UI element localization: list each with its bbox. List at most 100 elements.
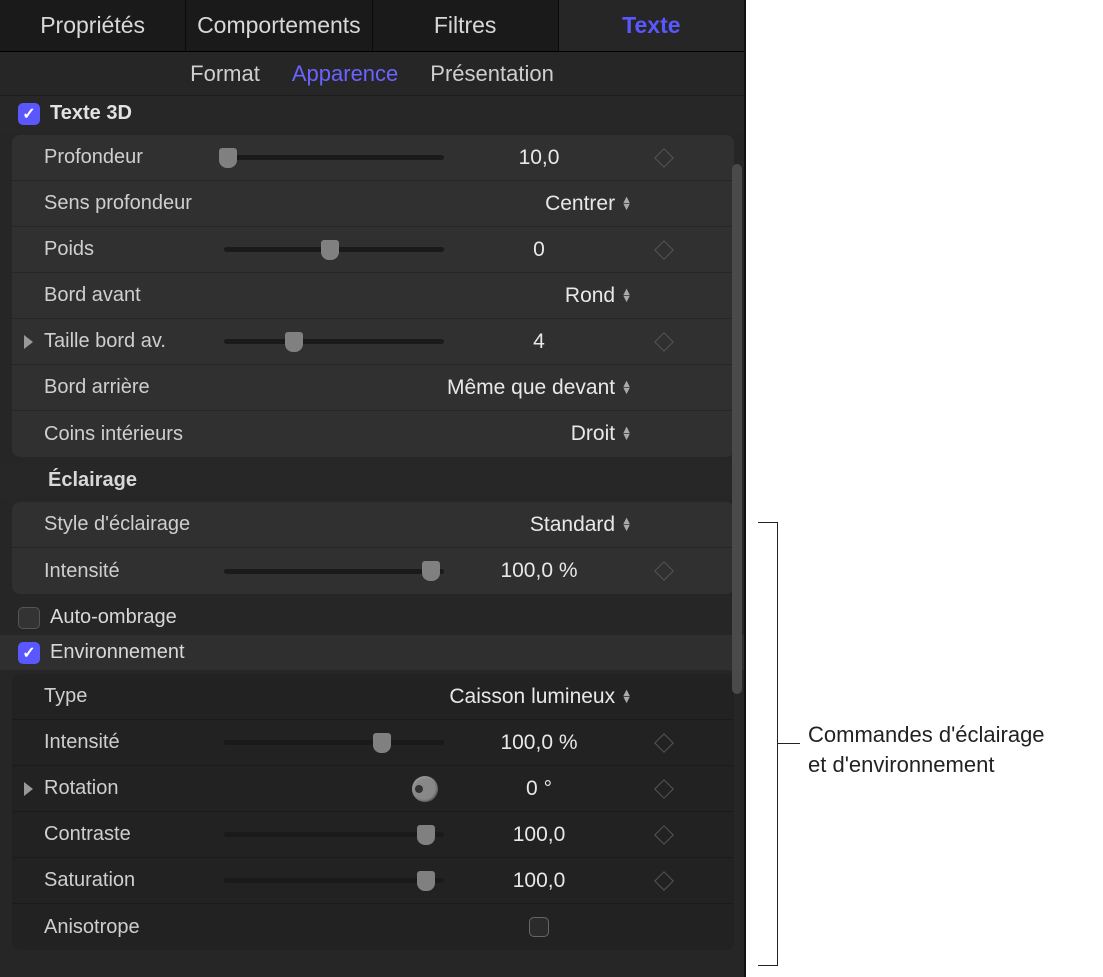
stepper-icon [621,427,632,441]
label-sens-profondeur: Sens profondeur [44,192,224,215]
label-coins-interieurs: Coins intérieurs [44,423,224,446]
row-environnement-header: Environnement [0,635,744,670]
disclosure-taille-bord-av[interactable] [24,335,33,349]
stepper-icon [621,289,632,303]
label-taille-bord-av: Taille bord av. [44,330,224,353]
label-profondeur: Profondeur [44,146,224,169]
keyframe-env-intensite[interactable] [654,733,674,753]
slider-env-contraste[interactable] [224,826,444,844]
popup-env-type[interactable]: Caisson lumineux [444,685,634,709]
group-header-texte-3d: Texte 3D [0,96,744,131]
label-environnement: Environnement [50,641,185,664]
callout-bracket-stem [778,743,800,744]
row-coins-interieurs: Coins intérieurs Droit [12,411,734,457]
checkbox-environnement[interactable] [18,642,40,664]
row-env-saturation: Saturation 100,0 [12,858,734,904]
value-poids[interactable]: 0 [444,238,634,262]
popup-bord-arriere[interactable]: Même que devant [444,376,634,400]
disclosure-env-rotation[interactable] [24,782,33,796]
value-env-intensite[interactable]: 100,0 % [444,731,634,755]
label-auto-ombrage: Auto-ombrage [50,606,177,629]
rows-texte-3d: Profondeur 10,0 Sens profondeur Centrer [12,135,734,457]
sub-tabs: Format Apparence Présentation [0,52,744,96]
keyframe-env-contraste[interactable] [654,825,674,845]
tab-texte[interactable]: Texte [559,0,744,51]
label-poids: Poids [44,238,224,261]
row-intensite-eclairage: Intensité 100,0 % [12,548,734,594]
popup-coins-interieurs[interactable]: Droit [444,422,634,446]
value-taille-bord-av[interactable]: 4 [444,330,634,354]
subtab-presentation[interactable]: Présentation [430,61,554,87]
keyframe-intensite-eclairage[interactable] [654,561,674,581]
keyframe-profondeur[interactable] [654,148,674,168]
keyframe-poids[interactable] [654,240,674,260]
group-title-texte-3d: Texte 3D [50,102,132,125]
subtab-format[interactable]: Format [190,61,260,87]
row-style-eclairage: Style d'éclairage Standard [12,502,734,548]
stepper-icon [621,690,632,704]
popup-sens-profondeur[interactable]: Centrer [444,192,634,216]
group-eclairage: Éclairage Style d'éclairage Standard Int… [0,463,744,600]
callout-bracket [758,522,778,966]
rows-environnement: Type Caisson lumineux Intensité 100,0 % … [12,674,734,950]
row-env-rotation: Rotation 0 ° [12,766,734,812]
tab-comportements[interactable]: Comportements [186,0,372,51]
row-profondeur: Profondeur 10,0 [12,135,734,181]
label-env-anisotrope: Anisotrope [44,916,224,939]
slider-profondeur[interactable] [224,149,444,167]
slider-taille-bord-av[interactable] [224,333,444,351]
checkbox-env-anisotrope[interactable] [529,917,549,937]
popup-value-bord-arriere: Même que devant [447,376,615,400]
value-profondeur[interactable]: 10,0 [444,146,634,170]
row-env-intensite: Intensité 100,0 % [12,720,734,766]
value-env-contraste[interactable]: 100,0 [444,823,634,847]
row-bord-arriere: Bord arrière Même que devant [12,365,734,411]
tab-proprietes[interactable]: Propriétés [0,0,186,51]
popup-style-eclairage[interactable]: Standard [444,513,634,537]
row-env-contraste: Contraste 100,0 [12,812,734,858]
row-env-anisotrope: Anisotrope [12,904,734,950]
group-header-eclairage: Éclairage [0,463,744,498]
popup-value-env-type: Caisson lumineux [449,685,615,709]
popup-value-coins-interieurs: Droit [571,422,615,446]
keyframe-env-saturation[interactable] [654,871,674,891]
label-env-intensite: Intensité [44,731,224,754]
slider-intensite-eclairage[interactable] [224,562,444,580]
stepper-icon [621,197,632,211]
dial-env-rotation[interactable] [412,776,438,802]
popup-value-sens-profondeur: Centrer [545,192,615,216]
row-sens-profondeur: Sens profondeur Centrer [12,181,734,227]
label-bord-avant: Bord avant [44,284,224,307]
stepper-icon [621,381,632,395]
value-env-saturation[interactable]: 100,0 [444,869,634,893]
checkbox-texte-3d[interactable] [18,103,40,125]
keyframe-taille-bord-av[interactable] [654,332,674,352]
subtab-apparence[interactable]: Apparence [292,61,398,87]
callout-area: Commandes d'éclairage et d'environnement [746,0,1103,977]
value-intensite-eclairage[interactable]: 100,0 % [444,559,634,583]
popup-bord-avant[interactable]: Rond [444,284,634,308]
main-tabs: Propriétés Comportements Filtres Texte [0,0,744,52]
slider-env-intensite[interactable] [224,734,444,752]
row-taille-bord-av: Taille bord av. 4 [12,319,734,365]
label-env-saturation: Saturation [44,869,224,892]
keyframe-env-rotation[interactable] [654,779,674,799]
label-intensite-eclairage: Intensité [44,560,224,583]
label-env-type: Type [44,685,224,708]
group-title-eclairage: Éclairage [48,469,137,492]
row-env-type: Type Caisson lumineux [12,674,734,720]
value-env-rotation[interactable]: 0 ° [444,777,634,801]
callout-text: Commandes d'éclairage et d'environnement [808,720,1045,779]
row-poids: Poids 0 [12,227,734,273]
slider-env-saturation[interactable] [224,872,444,890]
slider-poids[interactable] [224,241,444,259]
inspector-panel: Propriétés Comportements Filtres Texte F… [0,0,746,977]
popup-value-style-eclairage: Standard [530,513,615,537]
checkbox-auto-ombrage[interactable] [18,607,40,629]
tab-filtres[interactable]: Filtres [373,0,559,51]
rows-eclairage: Style d'éclairage Standard Intensité 100… [12,502,734,594]
popup-value-bord-avant: Rond [565,284,615,308]
stepper-icon [621,518,632,532]
scrollbar[interactable] [732,164,742,694]
label-env-contraste: Contraste [44,823,224,846]
